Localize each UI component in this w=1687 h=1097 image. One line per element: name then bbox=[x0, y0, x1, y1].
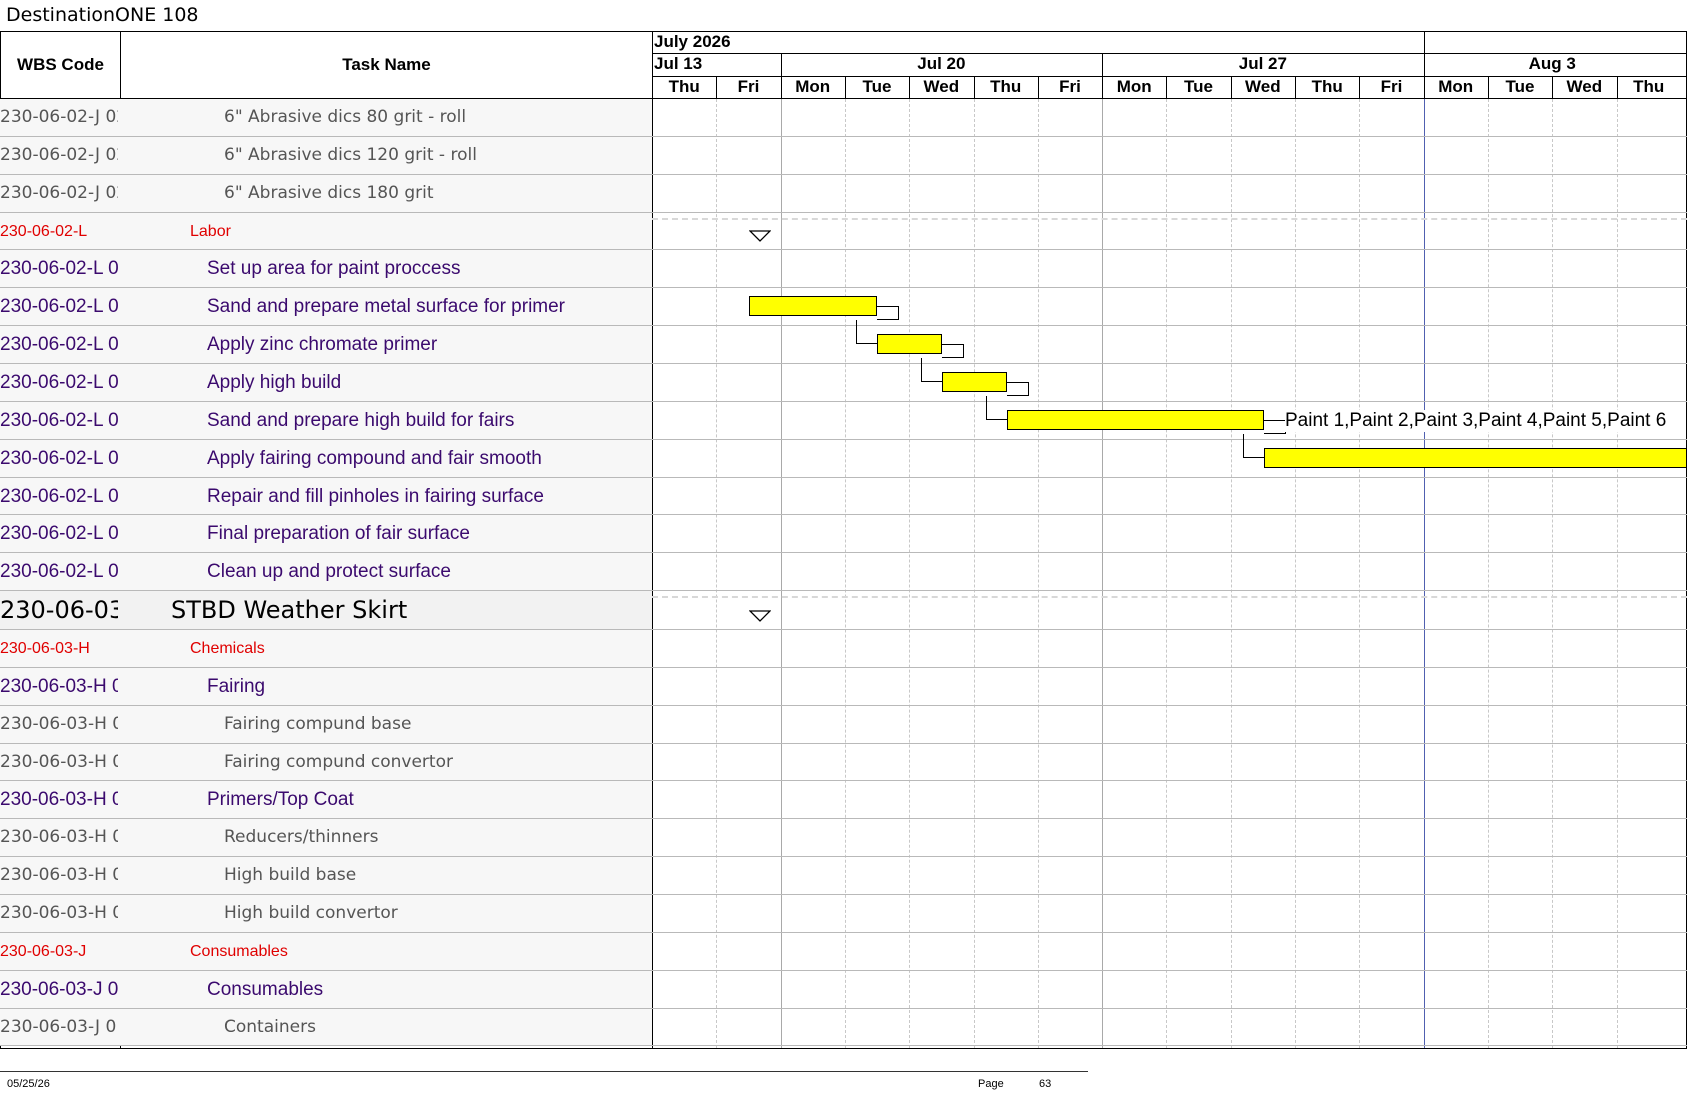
dependency-link bbox=[1007, 382, 1029, 396]
day-label: Fri bbox=[737, 77, 760, 96]
wbs-code-cell: 230-06-03-J bbox=[0, 942, 87, 960]
wbs-code-cell: 230-06-03-H 01 bbox=[0, 713, 118, 734]
dependency-link bbox=[1264, 420, 1286, 434]
day-label: Wed bbox=[1245, 77, 1281, 96]
dependency-link bbox=[856, 320, 877, 344]
task-name-column-header[interactable]: Task Name bbox=[121, 31, 652, 98]
task-name-cell: Repair and fill pinholes in fairing surf… bbox=[207, 485, 544, 507]
dependency-link bbox=[942, 344, 964, 358]
task-name-cell: Set up area for paint proccess bbox=[207, 258, 461, 280]
task-name-cell: Primers/Top Coat bbox=[207, 789, 354, 811]
dependency-link bbox=[1243, 434, 1264, 458]
task-bar-zinc-primer[interactable] bbox=[877, 334, 942, 354]
task-name-cell: Reducers/thinners bbox=[224, 827, 379, 848]
task-bar-high-build[interactable] bbox=[942, 372, 1007, 392]
task-name-cell: Sand and prepare metal surface for prime… bbox=[207, 296, 566, 318]
day-label: Thu bbox=[1633, 77, 1665, 96]
wbs-code-cell: 230-06-02-L 0 bbox=[0, 485, 118, 507]
wbs-code-cell: 230-06-03-H 01 bbox=[0, 751, 118, 772]
document-title: DestinationONE 108 bbox=[6, 4, 199, 26]
task-bar-sand-high-build[interactable] bbox=[1007, 410, 1264, 430]
wbs-code-cell: 230-06-03-H 0 bbox=[0, 789, 118, 811]
wbs-code-cell: 230-06-03-H 02 bbox=[0, 865, 118, 886]
footer-date: 05/25/26 bbox=[7, 1078, 50, 1090]
day-label: Tue bbox=[1505, 77, 1535, 96]
task-name-cell: Fairing compund convertor bbox=[224, 751, 453, 772]
footer-page-number: 63 bbox=[1039, 1078, 1052, 1090]
day-label: Fri bbox=[1059, 77, 1081, 96]
day-label: Thu bbox=[1311, 77, 1343, 96]
task-name-cell: STBD Weather Skirt bbox=[171, 596, 408, 625]
task-name-cell: High build convertor bbox=[224, 903, 398, 923]
wbs-code-cell: 230-06-02-J 02 bbox=[0, 144, 118, 165]
day-label: Wed bbox=[923, 77, 960, 96]
week-label: Aug 3 bbox=[1528, 54, 1576, 73]
dependency-link bbox=[921, 358, 942, 382]
day-label: Mon bbox=[795, 77, 831, 96]
wbs-column-header[interactable]: WBS Code bbox=[0, 31, 121, 98]
footer-page-label: Page bbox=[978, 1078, 1004, 1090]
dependency-link bbox=[986, 396, 1007, 420]
chart-divider bbox=[652, 31, 653, 1049]
summary-collapse-icon[interactable] bbox=[749, 610, 771, 622]
wbs-code-cell: 230-06-02-L 0 bbox=[0, 334, 118, 356]
wbs-code-cell: 230-06-02-L bbox=[0, 222, 88, 240]
task-name-cell: Labor bbox=[190, 222, 231, 240]
week-label: Jul 27 bbox=[1238, 54, 1287, 73]
task-name-cell: Apply zinc chromate primer bbox=[207, 334, 438, 356]
day-label: Wed bbox=[1566, 77, 1603, 96]
task-name-cell: Chemicals bbox=[190, 640, 265, 658]
day-label: Thu bbox=[668, 77, 700, 96]
wbs-code-cell: 230-06-03-H 0 bbox=[0, 675, 118, 697]
resource-label: Paint 1,Paint 2,Paint 3,Paint 4,Paint 5,… bbox=[1285, 410, 1667, 432]
task-name-cell: Consumables bbox=[207, 978, 324, 1000]
task-bar-sand-metal[interactable] bbox=[749, 296, 877, 316]
wbs-code-cell: 230-06-03-J 0 bbox=[0, 978, 118, 1000]
week-label: Jul 13 bbox=[654, 54, 703, 73]
task-name-cell: Apply high build bbox=[207, 371, 342, 393]
week-label: Jul 20 bbox=[917, 54, 966, 73]
task-name-cell: 6" Abrasive dics 120 grit - roll bbox=[224, 144, 477, 165]
wbs-code-cell: 230-06-03-J 01 bbox=[0, 1016, 118, 1037]
task-name-cell: 6" Abrasive dics 180 grit bbox=[224, 182, 434, 203]
wbs-code-cell: 230-06-02-L 0 bbox=[0, 296, 118, 318]
day-label: Fri bbox=[1380, 77, 1403, 96]
task-name-cell: Sand and prepare high build for fairs bbox=[207, 409, 515, 431]
summary-collapse-icon[interactable] bbox=[749, 230, 771, 242]
month-label: July 2026 bbox=[654, 32, 731, 51]
wbs-code-cell: 230-06-02-L 0 bbox=[0, 523, 118, 545]
wbs-code-cell: 230-06-02-L 0 bbox=[0, 371, 118, 393]
wbs-code-cell: 230-06-03-H 02 bbox=[0, 827, 118, 848]
day-label: Tue bbox=[1184, 77, 1214, 96]
wbs-code-cell: 230-06-02-L 0 bbox=[0, 447, 118, 469]
wbs-code-cell: 230-06-03-H 02 bbox=[0, 903, 118, 923]
task-name-cell: Clean up and protect surface bbox=[207, 561, 451, 583]
task-name-cell: Apply fairing compound and fair smooth bbox=[207, 447, 542, 469]
wbs-code-cell: 230-06-02-L 0 bbox=[0, 561, 118, 583]
task-name-cell: Final preparation of fair surface bbox=[207, 523, 470, 545]
dependency-link bbox=[877, 306, 899, 320]
day-label: Thu bbox=[990, 77, 1022, 96]
wbs-code-cell: 230-06-03-H bbox=[0, 640, 90, 658]
wbs-code-cell: 230-06-02-L 0 bbox=[0, 258, 118, 280]
wbs-code-cell: 230-06-03 bbox=[0, 596, 118, 625]
wbs-code-cell: 230-06-02-L 0 bbox=[0, 409, 118, 431]
task-name-cell: Fairing compund base bbox=[224, 713, 412, 734]
task-name-cell: Fairing bbox=[207, 675, 266, 697]
day-label: Tue bbox=[862, 77, 892, 96]
day-label: Mon bbox=[1116, 77, 1152, 96]
task-bar-fairing-compound[interactable] bbox=[1264, 448, 1687, 468]
day-label: Mon bbox=[1438, 77, 1474, 96]
wbs-code-cell: 230-06-02-J 02 bbox=[0, 182, 118, 203]
wbs-code-cell: 230-06-02-J 02 bbox=[0, 107, 118, 127]
task-name-cell: 6" Abrasive dics 80 grit - roll bbox=[224, 107, 467, 127]
task-name-cell: Consumables bbox=[190, 942, 288, 960]
task-name-cell: Containers bbox=[224, 1016, 316, 1037]
task-name-cell: High build base bbox=[224, 865, 357, 886]
footer-rule bbox=[0, 1071, 1088, 1072]
